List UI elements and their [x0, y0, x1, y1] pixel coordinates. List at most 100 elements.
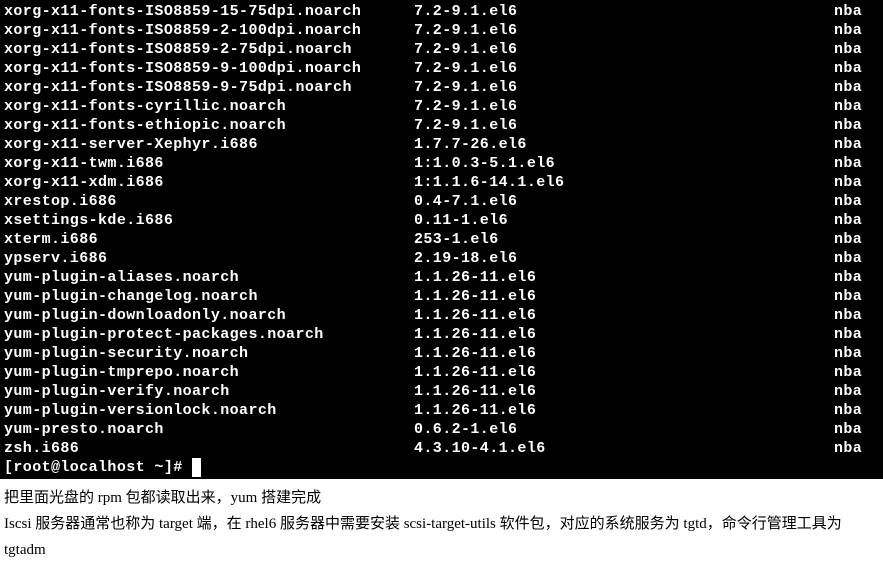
package-version: 7.2-9.1.el6	[414, 2, 834, 21]
package-name: xrestop.i686	[4, 192, 414, 211]
package-version: 0.6.2-1.el6	[414, 420, 834, 439]
package-row: xorg-x11-fonts-ISO8859-9-100dpi.noarch7.…	[4, 59, 879, 78]
package-name: yum-plugin-aliases.noarch	[4, 268, 414, 287]
package-repo: nba	[834, 306, 862, 325]
package-row: zsh.i6864.3.10-4.1.el6nba	[4, 439, 879, 458]
package-name: yum-plugin-protect-packages.noarch	[4, 325, 414, 344]
package-repo: nba	[834, 40, 862, 59]
prompt-text: [root@localhost ~]#	[4, 459, 192, 476]
package-repo: nba	[834, 173, 862, 192]
package-repo: nba	[834, 382, 862, 401]
package-repo: nba	[834, 78, 862, 97]
package-row: xsettings-kde.i6860.11-1.el6nba	[4, 211, 879, 230]
package-name: yum-plugin-changelog.noarch	[4, 287, 414, 306]
package-version: 7.2-9.1.el6	[414, 40, 834, 59]
package-version: 1.7.7-26.el6	[414, 135, 834, 154]
package-version: 1.1.26-11.el6	[414, 287, 834, 306]
package-version: 253-1.el6	[414, 230, 834, 249]
package-version: 2.19-18.el6	[414, 249, 834, 268]
package-repo: nba	[834, 268, 862, 287]
package-version: 1.1.26-11.el6	[414, 306, 834, 325]
package-version: 7.2-9.1.el6	[414, 78, 834, 97]
package-repo: nba	[834, 192, 862, 211]
package-row: xorg-x11-server-Xephyr.i6861.7.7-26.el6n…	[4, 135, 879, 154]
package-row: yum-plugin-changelog.noarch1.1.26-11.el6…	[4, 287, 879, 306]
package-row: yum-plugin-security.noarch1.1.26-11.el6n…	[4, 344, 879, 363]
package-repo: nba	[834, 2, 862, 21]
package-row: yum-presto.noarch0.6.2-1.el6nba	[4, 420, 879, 439]
package-version: 1:1.1.6-14.1.el6	[414, 173, 834, 192]
package-name: xorg-x11-fonts-ISO8859-9-75dpi.noarch	[4, 78, 414, 97]
package-repo: nba	[834, 59, 862, 78]
package-version: 1.1.26-11.el6	[414, 363, 834, 382]
package-row: yum-plugin-tmprepo.noarch1.1.26-11.el6nb…	[4, 363, 879, 382]
package-row: yum-plugin-verify.noarch1.1.26-11.el6nba	[4, 382, 879, 401]
package-row: xorg-x11-fonts-cyrillic.noarch7.2-9.1.el…	[4, 97, 879, 116]
package-version: 1.1.26-11.el6	[414, 401, 834, 420]
package-version: 1:1.0.3-5.1.el6	[414, 154, 834, 173]
package-version: 1.1.26-11.el6	[414, 325, 834, 344]
package-name: xterm.i686	[4, 230, 414, 249]
package-repo: nba	[834, 116, 862, 135]
package-repo: nba	[834, 211, 862, 230]
package-name: xorg-x11-xdm.i686	[4, 173, 414, 192]
package-name: xorg-x11-fonts-ISO8859-2-100dpi.noarch	[4, 21, 414, 40]
package-repo: nba	[834, 439, 862, 458]
package-version: 7.2-9.1.el6	[414, 97, 834, 116]
package-repo: nba	[834, 344, 862, 363]
package-version: 0.4-7.1.el6	[414, 192, 834, 211]
package-row: xorg-x11-xdm.i6861:1.1.6-14.1.el6nba	[4, 173, 879, 192]
description-text: 把里面光盘的 rpm 包都读取出来，yum 搭建完成 Iscsi 服务器通常也称…	[0, 479, 883, 569]
package-version: 7.2-9.1.el6	[414, 21, 834, 40]
package-row: xorg-x11-fonts-ethiopic.noarch7.2-9.1.el…	[4, 116, 879, 135]
package-row: xorg-x11-fonts-ISO8859-15-75dpi.noarch7.…	[4, 2, 879, 21]
package-repo: nba	[834, 21, 862, 40]
desc-line-2: Iscsi 服务器通常也称为 target 端，在 rhel6 服务器中需要安装…	[4, 511, 879, 563]
package-name: yum-plugin-tmprepo.noarch	[4, 363, 414, 382]
package-version: 1.1.26-11.el6	[414, 382, 834, 401]
package-repo: nba	[834, 154, 862, 173]
cursor-icon	[192, 458, 201, 477]
package-name: yum-presto.noarch	[4, 420, 414, 439]
package-name: xorg-x11-fonts-ISO8859-15-75dpi.noarch	[4, 2, 414, 21]
package-name: xsettings-kde.i686	[4, 211, 414, 230]
package-row: xterm.i686253-1.el6nba	[4, 230, 879, 249]
shell-prompt[interactable]: [root@localhost ~]#	[4, 458, 879, 477]
package-row: yum-plugin-protect-packages.noarch1.1.26…	[4, 325, 879, 344]
package-name: yum-plugin-downloadonly.noarch	[4, 306, 414, 325]
package-row: xorg-x11-fonts-ISO8859-2-75dpi.noarch7.2…	[4, 40, 879, 59]
package-repo: nba	[834, 401, 862, 420]
package-repo: nba	[834, 420, 862, 439]
package-repo: nba	[834, 249, 862, 268]
package-repo: nba	[834, 363, 862, 382]
package-row: xrestop.i6860.4-7.1.el6nba	[4, 192, 879, 211]
package-version: 7.2-9.1.el6	[414, 116, 834, 135]
desc-line-1: 把里面光盘的 rpm 包都读取出来，yum 搭建完成	[4, 485, 879, 511]
package-repo: nba	[834, 230, 862, 249]
package-row: ypserv.i6862.19-18.el6nba	[4, 249, 879, 268]
package-name: xorg-x11-twm.i686	[4, 154, 414, 173]
package-version: 1.1.26-11.el6	[414, 344, 834, 363]
package-name: xorg-x11-server-Xephyr.i686	[4, 135, 414, 154]
package-repo: nba	[834, 135, 862, 154]
package-row: xorg-x11-twm.i6861:1.0.3-5.1.el6nba	[4, 154, 879, 173]
package-name: xorg-x11-fonts-cyrillic.noarch	[4, 97, 414, 116]
package-name: yum-plugin-security.noarch	[4, 344, 414, 363]
package-version: 7.2-9.1.el6	[414, 59, 834, 78]
package-version: 4.3.10-4.1.el6	[414, 439, 834, 458]
package-row: xorg-x11-fonts-ISO8859-9-75dpi.noarch7.2…	[4, 78, 879, 97]
package-name: ypserv.i686	[4, 249, 414, 268]
package-version: 1.1.26-11.el6	[414, 268, 834, 287]
terminal-output: xorg-x11-fonts-ISO8859-15-75dpi.noarch7.…	[0, 0, 883, 479]
package-name: xorg-x11-fonts-ISO8859-2-75dpi.noarch	[4, 40, 414, 59]
package-name: yum-plugin-verify.noarch	[4, 382, 414, 401]
package-name: zsh.i686	[4, 439, 414, 458]
package-repo: nba	[834, 287, 862, 306]
package-repo: nba	[834, 325, 862, 344]
package-row: xorg-x11-fonts-ISO8859-2-100dpi.noarch7.…	[4, 21, 879, 40]
package-row: yum-plugin-downloadonly.noarch1.1.26-11.…	[4, 306, 879, 325]
package-row: yum-plugin-aliases.noarch1.1.26-11.el6nb…	[4, 268, 879, 287]
package-name: xorg-x11-fonts-ethiopic.noarch	[4, 116, 414, 135]
package-name: xorg-x11-fonts-ISO8859-9-100dpi.noarch	[4, 59, 414, 78]
package-repo: nba	[834, 97, 862, 116]
